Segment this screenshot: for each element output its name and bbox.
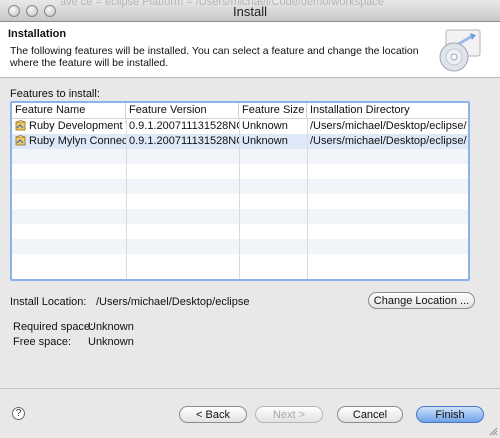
free-space-label: Free space: <box>13 336 72 348</box>
column-divider <box>307 118 308 279</box>
wizard-header: Installation The following features will… <box>0 22 500 78</box>
install-location-label: Install Location: <box>10 296 87 308</box>
required-space-value: Unknown <box>88 321 134 333</box>
column-divider <box>126 118 127 279</box>
page-title: Installation <box>8 28 67 40</box>
footer-divider <box>0 388 500 389</box>
empty-row <box>12 224 468 239</box>
table-header: Feature Name Feature Version Feature Siz… <box>12 103 468 119</box>
column-divider <box>239 118 240 279</box>
feature-name-cell: Ruby Mylyn Connect <box>12 134 126 149</box>
table-row[interactable]: Ruby Development T 0.9.1.200711131528NGT… <box>12 119 468 134</box>
free-space-value: Unknown <box>88 336 134 348</box>
feature-name-cell: Ruby Development T <box>12 119 126 134</box>
back-button[interactable]: < Back <box>179 406 247 423</box>
change-location-button[interactable]: Change Location ... <box>368 292 475 309</box>
title-bar: ave ce = eclipse Platform = /Users/micha… <box>0 0 500 22</box>
required-space-label: Required space: <box>13 321 94 333</box>
page-description: The following features will be installed… <box>10 45 419 69</box>
feature-plugin-icon <box>15 120 26 131</box>
window-title: Install <box>233 4 267 19</box>
feature-name: Ruby Mylyn Connect <box>29 135 126 147</box>
column-header-installation-directory[interactable]: Installation Directory <box>307 103 468 118</box>
feature-size-cell: Unknown <box>242 135 288 147</box>
features-table[interactable]: Feature Name Feature Version Feature Siz… <box>10 101 470 281</box>
column-header-feature-size[interactable]: Feature Size <box>239 103 307 118</box>
empty-row <box>12 209 468 224</box>
features-to-install-label: Features to install: <box>10 88 100 100</box>
next-button[interactable]: Next > <box>255 406 323 423</box>
cancel-button[interactable]: Cancel <box>337 406 403 423</box>
table-row-selected[interactable]: Ruby Mylyn Connect 0.9.1.200711131528NGT… <box>12 134 468 149</box>
install-location-value: /Users/michael/Desktop/eclipse <box>96 296 250 308</box>
empty-row <box>12 164 468 179</box>
feature-version-cell: 0.9.1.200711131528NGT <box>129 120 239 132</box>
empty-row <box>12 149 468 164</box>
install-cd-icon <box>439 29 481 72</box>
column-header-feature-name[interactable]: Feature Name <box>12 103 126 118</box>
feature-plugin-icon <box>15 135 26 146</box>
resize-grip-icon[interactable] <box>488 426 498 436</box>
installation-directory-cell: /Users/michael/Desktop/eclipse/ <box>310 120 467 132</box>
finish-button[interactable]: Finish <box>416 406 484 423</box>
empty-row <box>12 179 468 194</box>
column-header-feature-version[interactable]: Feature Version <box>126 103 239 118</box>
empty-row <box>12 239 468 254</box>
feature-size-cell: Unknown <box>242 120 288 132</box>
feature-name: Ruby Development T <box>29 120 126 132</box>
help-icon[interactable]: ? <box>12 407 25 420</box>
installation-directory-cell: /Users/michael/Desktop/eclipse/ <box>310 135 467 147</box>
empty-row <box>12 254 468 269</box>
empty-row <box>12 194 468 209</box>
feature-version-cell: 0.9.1.200711131528NGT <box>129 135 239 147</box>
